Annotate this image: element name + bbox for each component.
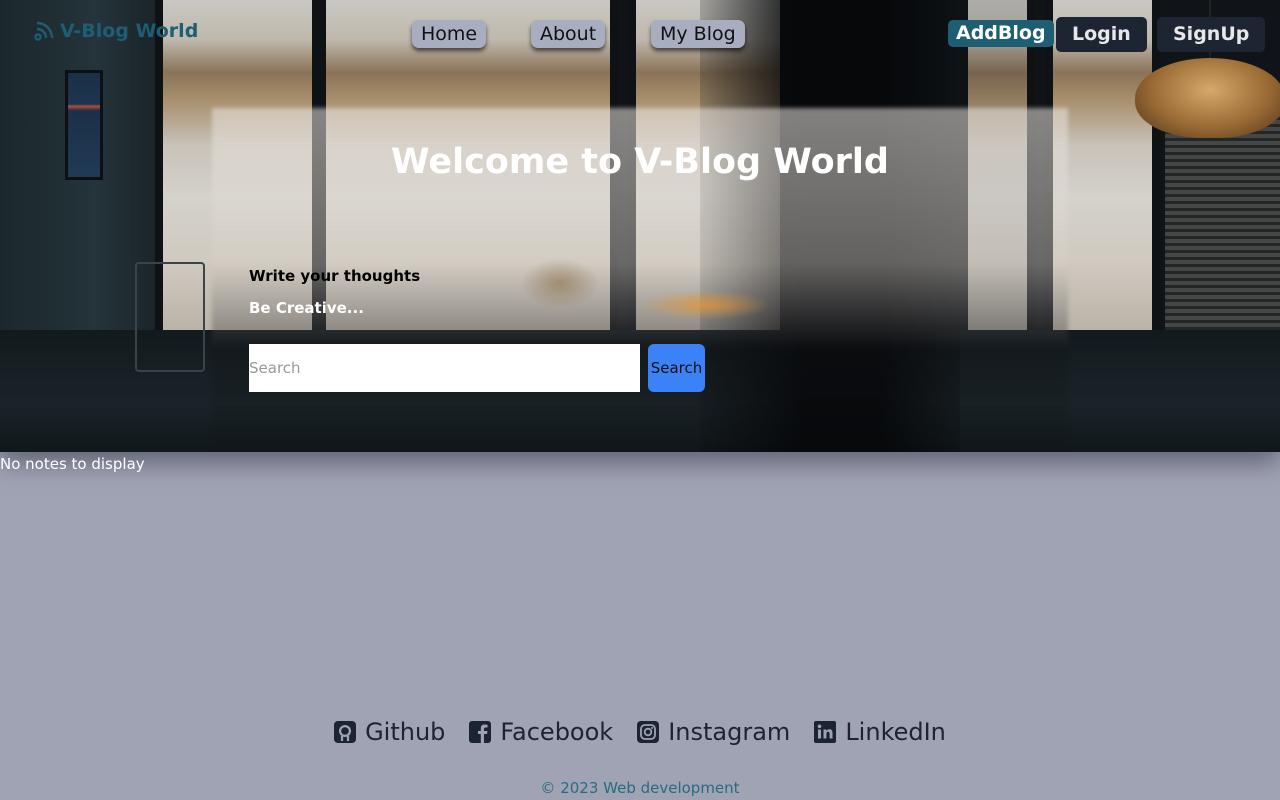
nav-about-link[interactable]: About <box>531 20 606 48</box>
nav-my-blog-link[interactable]: My Blog <box>651 20 745 48</box>
hero-section: V-Blog World Home About My Blog AddBlog … <box>0 0 1280 452</box>
signup-button[interactable]: SignUp <box>1157 17 1266 52</box>
linkedin-label: LinkedIn <box>845 718 946 746</box>
facebook-icon <box>469 721 492 743</box>
empty-notes-message: No notes to display <box>0 455 145 473</box>
navbar: V-Blog World Home About My Blog AddBlog … <box>0 0 1280 68</box>
brand-name: V-Blog World <box>60 20 199 42</box>
nav-home-link[interactable]: Home <box>412 20 487 48</box>
copyright-text: © 2023 Web development <box>540 779 740 797</box>
linkedin-link[interactable]: LinkedIn <box>814 718 946 746</box>
github-label: Github <box>365 718 446 746</box>
tagline-primary: Write your thoughts <box>249 267 421 285</box>
instagram-link[interactable]: Instagram <box>637 718 790 746</box>
page-title: Welcome to V-Blog World <box>391 142 889 182</box>
footer-social-links: Github Facebook Instagram LinkedIn <box>0 718 1280 746</box>
linkedin-icon <box>814 721 837 743</box>
github-icon <box>334 721 357 743</box>
login-button[interactable]: Login <box>1056 17 1147 52</box>
facebook-link[interactable]: Facebook <box>469 718 613 746</box>
tagline-secondary: Be Creative... <box>249 299 364 317</box>
search-input[interactable] <box>249 344 640 392</box>
rss-feed-icon <box>34 21 54 41</box>
github-link[interactable]: Github <box>334 718 445 746</box>
brand-logo[interactable]: V-Blog World <box>34 20 198 42</box>
add-blog-button[interactable]: AddBlog <box>948 20 1054 47</box>
facebook-label: Facebook <box>500 718 614 746</box>
instagram-icon <box>637 721 660 743</box>
instagram-label: Instagram <box>668 718 791 746</box>
search-button[interactable]: Search <box>648 344 705 392</box>
